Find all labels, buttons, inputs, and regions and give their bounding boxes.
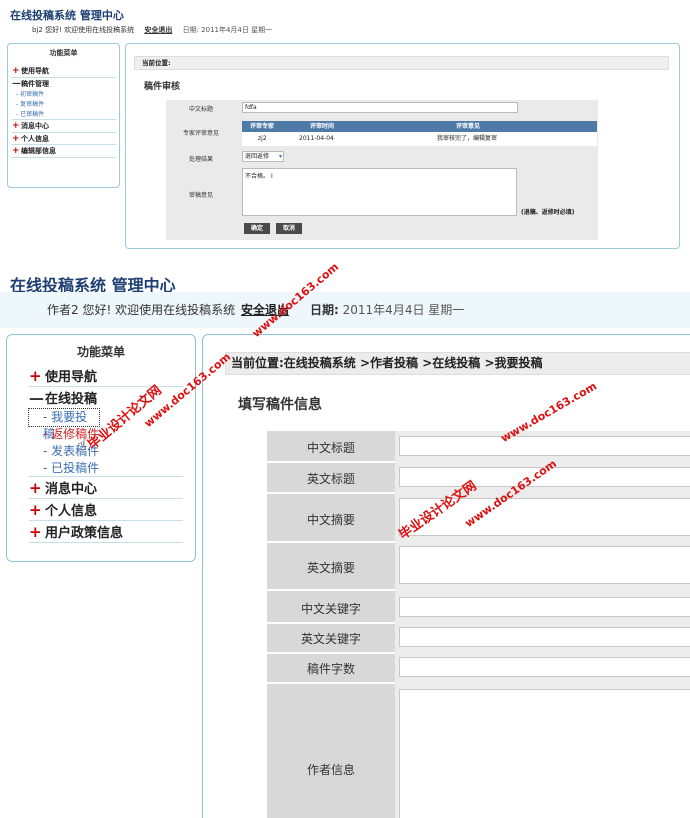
plus-icon: + [29,479,42,497]
minus-icon: — [12,78,21,89]
main-panel: 当前位置:在线投稿系统 >作者投稿 >在线投稿 >我要投稿 填写稿件信息 中文标… [202,334,690,818]
menu-manuscript[interactable]: —稿件管理 [12,78,116,91]
cn-abstract-label: 中文摘要 [306,513,355,527]
en-abstract-input[interactable] [399,546,690,584]
menu-nav[interactable]: +使用导航 [12,65,116,78]
table-row: zj2 2011-04-04 我审核完了，编辑复审 [242,132,597,146]
menu-nav[interactable]: +使用导航 [29,365,183,387]
cancel-button[interactable]: 取消 [276,223,302,234]
col-reviewer: 评审专家 [250,123,275,130]
opinion-hint: (退稿、返修时必填) [521,209,575,216]
submenu-first-review[interactable]: - 初审稿件 [12,90,116,100]
app-title: 在线投稿系统 管理中心 [10,9,124,22]
text-cursor-icon: I [270,173,273,180]
plus-icon: + [29,367,42,385]
plus-icon: + [12,66,20,76]
review-screenshot: 在线投稿系统 管理中心 bj2 您好! 欢迎使用在线投稿系统 安全退出 日期: … [0,0,690,256]
opinion-label: 审稿意见 [188,192,213,199]
sidebar: 功能菜单 +使用导航 —稿件管理 - 初审稿件 - 复审稿件 - 已审稿件 +消… [7,43,120,188]
minus-icon: — [29,389,44,407]
date-text: 日期: 2011年4月4日 星期一 [182,26,273,34]
chevron-down-icon: ▾ [278,153,282,160]
en-keywords-label: 英文关键字 [300,632,361,646]
col-opinion: 评审意见 [456,123,481,130]
col-time: 评审时间 [310,123,335,130]
menu-profile[interactable]: +个人信息 [12,133,116,145]
header-bar: bj2 您好! 欢迎使用在线投稿系统 安全退出 日期: 2011年4月4日 星期… [32,25,272,35]
date-text: 日期: 2011年4月4日 星期一 [310,303,465,317]
en-abstract-label: 英文摘要 [306,561,355,575]
en-keywords-input[interactable] [399,627,690,647]
plus-icon: + [12,133,20,144]
plus-icon: + [12,146,20,156]
result-select[interactable]: 退回返修 ▾ [242,151,284,162]
greeting: 作者2 您好! 欢迎使用在线投稿系统 [47,303,236,317]
menu-messages[interactable]: +消息中心 [12,120,116,133]
menu-messages[interactable]: +消息中心 [29,477,183,499]
submenu-new-submission[interactable]: - 我要投稿 [28,408,100,441]
sidebar: 功能菜单 + 使用导航 —在线投稿 - 我要投稿 - 返修稿件 - 发表稿件 - … [6,334,196,562]
page-title: 填写稿件信息 [238,397,322,413]
page-title: 稿件审核 [144,82,181,92]
word-count-label: 稿件字数 [306,662,355,676]
main-panel: 当前位置: 稿件审核 中文标题 fdfa 专家评审意见 评审专家 评审时间 评审… [125,43,680,249]
cn-title-label: 中文标题 [306,441,355,455]
submenu-reviewed[interactable]: - 已审稿件 [12,110,116,120]
confirm-button[interactable]: 确定 [244,223,270,234]
sidebar-title: 功能菜单 [49,49,78,57]
menu-profile[interactable]: +个人信息 [29,499,183,521]
review-label: 专家评审意见 [182,130,219,137]
menu-editorial[interactable]: +编辑部信息 [12,145,116,158]
plus-icon: + [12,121,20,131]
submenu-second-review[interactable]: - 复审稿件 [12,100,116,110]
title-input[interactable]: fdfa [242,102,518,113]
cn-keywords-input[interactable] [399,597,690,617]
cn-title-input[interactable] [399,436,690,456]
sidebar-title: 功能菜单 [76,345,125,359]
logout-link[interactable]: 安全退出 [144,26,172,34]
greeting: bj2 您好! 欢迎使用在线投稿系统 [32,26,135,34]
opinion-textarea[interactable]: 不合格。 I [242,168,517,216]
breadcrumb: 当前位置: [134,56,669,70]
cn-keywords-label: 中文关键字 [300,602,361,616]
breadcrumb: 当前位置:在线投稿系统 >作者投稿 >在线投稿 >我要投稿 [225,352,690,375]
author-info-input[interactable] [399,689,690,818]
word-count-input[interactable] [399,657,690,677]
review-form: 中文标题 fdfa 专家评审意见 评审专家 评审时间 评审意见 zj2 2011… [166,100,598,240]
author-info-label: 作者信息 [306,763,355,777]
submenu-published[interactable]: - 发表稿件 [29,443,183,460]
review-table-header: 评审专家 评审时间 评审意见 [242,121,597,132]
plus-icon: + [29,501,42,519]
en-title-label: 英文标题 [306,472,355,486]
result-label: 处理结果 [188,156,213,163]
submenu-submitted[interactable]: - 已投稿件 [29,460,183,477]
title-label: 中文标题 [188,106,213,113]
submission-screenshot: 在线投稿系统 管理中心 作者2 您好! 欢迎使用在线投稿系统 安全退出 日期: … [0,262,690,818]
menu-policy[interactable]: + 用户政策信息 [29,521,183,543]
plus-icon: + [29,523,42,541]
sidebar-menu: +使用导航 —稿件管理 - 初审稿件 - 复审稿件 - 已审稿件 +消息中心 +… [12,65,116,158]
label-column [267,431,395,818]
